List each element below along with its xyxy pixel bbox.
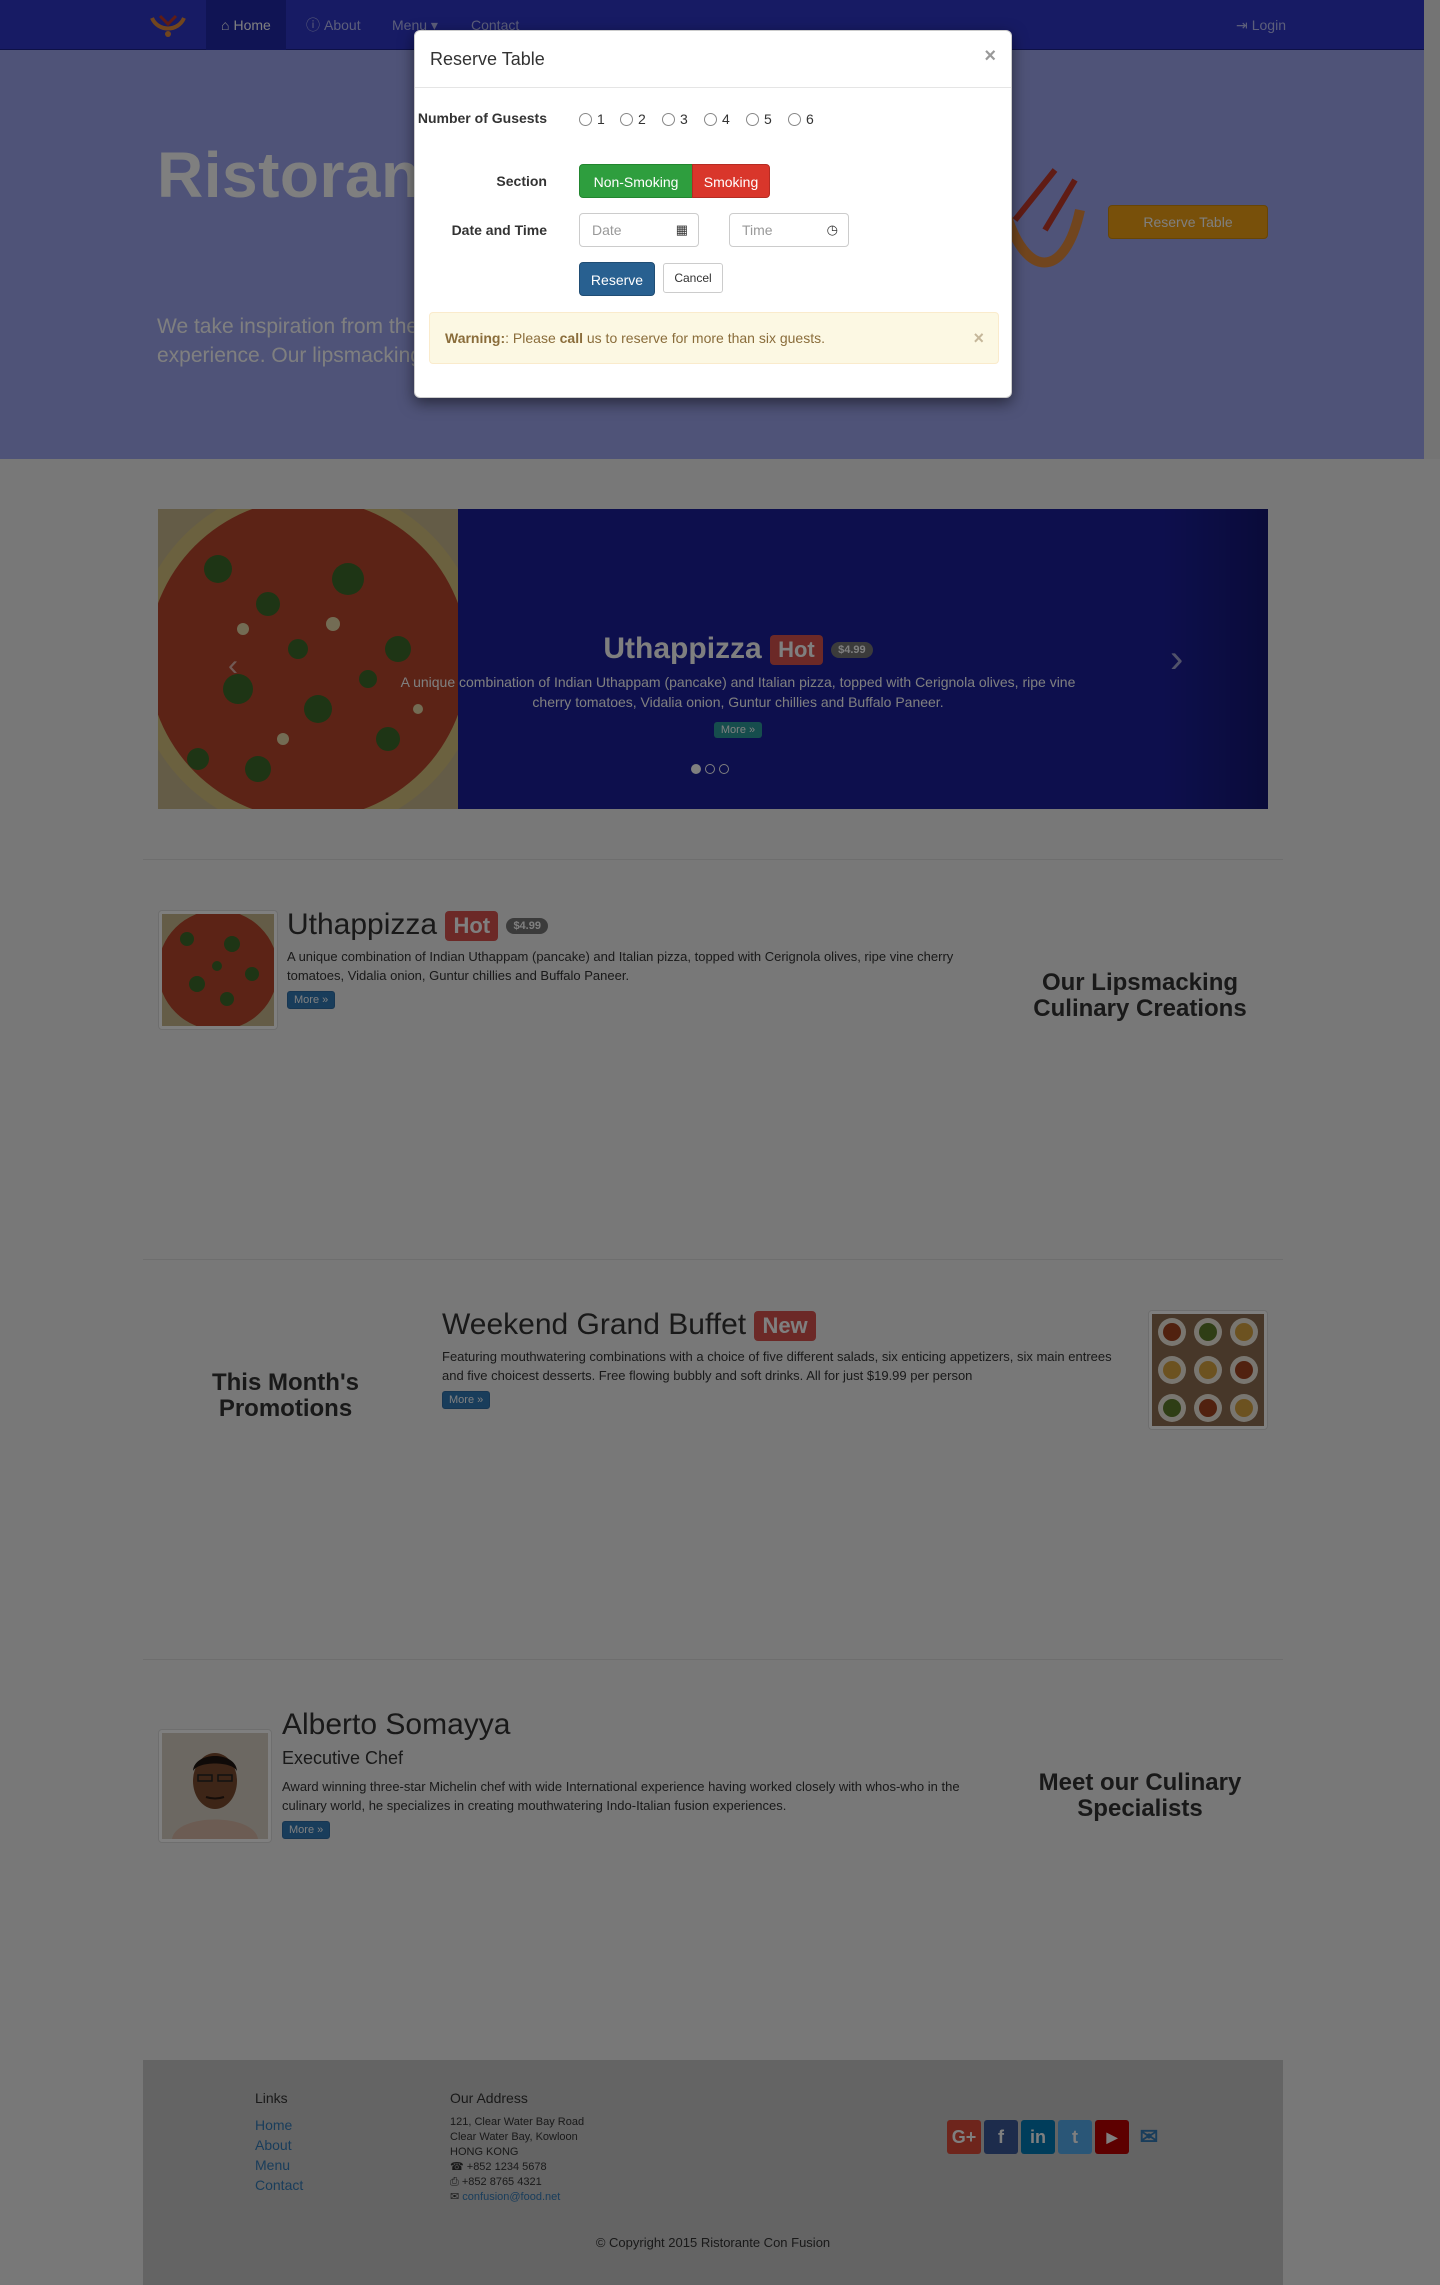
reserve-table-modal: Reserve Table × Number of Gusests 1 2 3 … — [414, 30, 1012, 398]
datetime-label: Date and Time — [451, 222, 547, 238]
calendar-icon: ▦ — [675, 222, 688, 237]
guest-radio-6[interactable]: 6 — [788, 111, 814, 127]
modal-header: Reserve Table × — [415, 31, 1011, 88]
guest-radio-3[interactable]: 3 — [662, 111, 688, 127]
smoking-button[interactable]: Smoking — [692, 164, 770, 198]
alert-close-icon[interactable]: × — [973, 313, 984, 363]
modal-title: Reserve Table — [430, 49, 545, 69]
cancel-button[interactable]: Cancel — [663, 263, 723, 293]
warning-alert: Warning:: Please call us to reserve for … — [429, 312, 999, 364]
close-icon[interactable]: × — [984, 45, 996, 68]
non-smoking-button[interactable]: Non-Smoking — [579, 164, 693, 198]
clock-icon: ◷ — [826, 222, 838, 237]
radio-circle[interactable] — [746, 113, 759, 126]
date-input[interactable]: Date ▦ — [579, 213, 699, 247]
guests-label: Number of Gusests — [417, 110, 547, 126]
guest-radio-4[interactable]: 4 — [704, 111, 730, 127]
radio-circle[interactable] — [620, 113, 633, 126]
section-label: Section — [496, 173, 547, 189]
guest-radio-2[interactable]: 2 — [620, 111, 646, 127]
radio-circle[interactable] — [704, 113, 717, 126]
guest-radio-1[interactable]: 1 — [579, 111, 605, 127]
radio-circle[interactable] — [662, 113, 675, 126]
guest-radio-5[interactable]: 5 — [746, 111, 772, 127]
radio-circle[interactable] — [579, 113, 592, 126]
radio-circle[interactable] — [788, 113, 801, 126]
time-input[interactable]: Time ◷ — [729, 213, 849, 247]
reserve-button[interactable]: Reserve — [579, 262, 655, 296]
